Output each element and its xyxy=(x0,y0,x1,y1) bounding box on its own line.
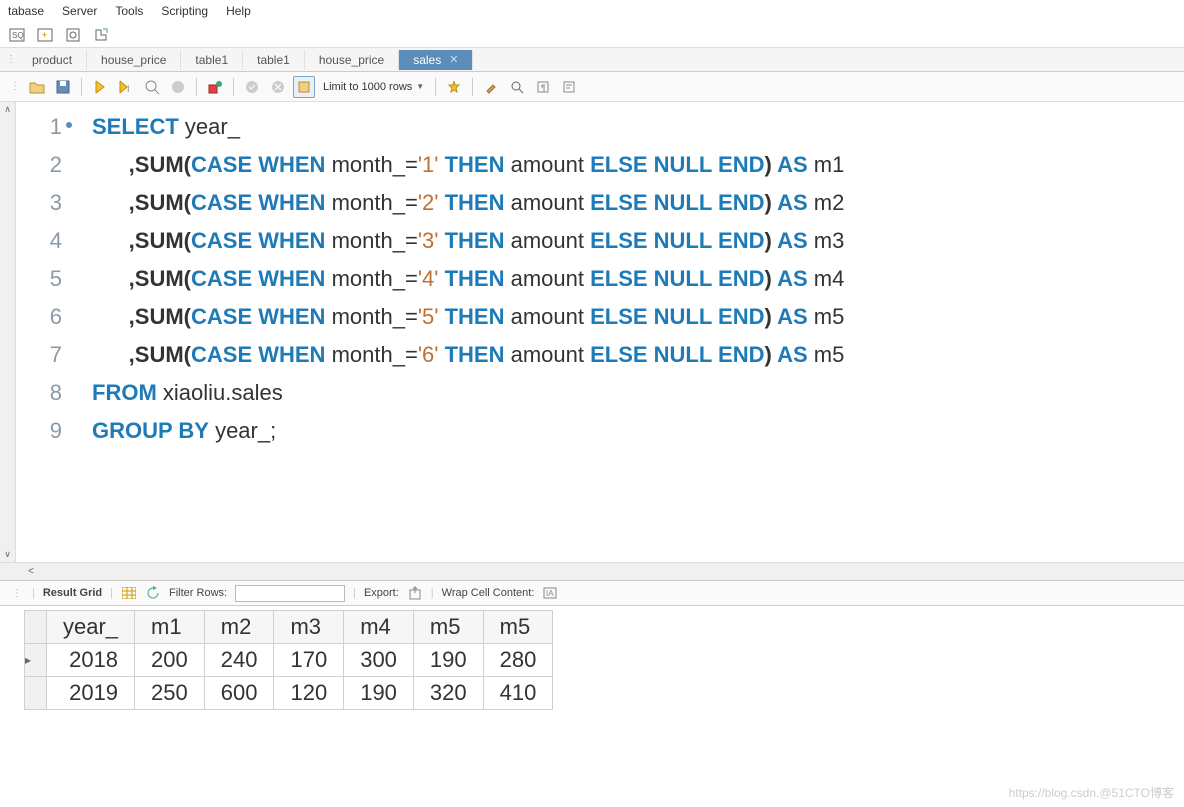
find-icon[interactable] xyxy=(506,76,528,98)
filter-rows-input[interactable] xyxy=(235,585,345,602)
toggle-limit-icon[interactable] xyxy=(293,76,315,98)
result-overflow-icon[interactable]: ⋮ xyxy=(10,588,24,599)
open-file-icon[interactable] xyxy=(26,76,48,98)
line-gutter: 123456789 xyxy=(16,102,76,562)
menu-tools[interactable]: Tools xyxy=(115,4,143,18)
brush-icon[interactable] xyxy=(480,76,502,98)
menu-help[interactable]: Help xyxy=(226,4,251,18)
column-header[interactable]: year_ xyxy=(47,611,135,644)
watermark: https://blog.csdn.@51CTO博客 xyxy=(1009,784,1174,801)
toolbar-overflow-icon[interactable]: ⋮ xyxy=(8,81,22,92)
stop-icon[interactable] xyxy=(167,76,189,98)
result-grid-label: Result Grid xyxy=(43,587,102,599)
cell[interactable]: 170 xyxy=(274,644,344,677)
filter-rows-label: Filter Rows: xyxy=(169,587,227,599)
wrap-cell-label: Wrap Cell Content: xyxy=(442,587,535,599)
wrap-cell-icon[interactable]: IA xyxy=(542,585,558,601)
execute-current-icon[interactable]: I xyxy=(115,76,137,98)
cell[interactable]: 410 xyxy=(483,677,553,710)
column-header[interactable]: m2 xyxy=(204,611,274,644)
column-header[interactable]: m5 xyxy=(413,611,483,644)
autocommit-icon[interactable] xyxy=(241,76,263,98)
column-header[interactable]: m4 xyxy=(344,611,414,644)
limit-rows-label: Limit to 1000 rows xyxy=(323,81,412,93)
sql-code-area[interactable]: SELECT year_ ,SUM(CASE WHEN month_='1' T… xyxy=(76,102,1184,562)
tab-sales-label: sales xyxy=(413,53,441,67)
menu-server[interactable]: Server xyxy=(62,4,97,18)
cell[interactable]: 120 xyxy=(274,677,344,710)
tab-table1-2[interactable]: table1 xyxy=(243,50,305,70)
close-icon[interactable]: ✕ xyxy=(449,53,458,66)
export-label: Export: xyxy=(364,587,399,599)
tab-sales[interactable]: sales ✕ xyxy=(399,50,473,70)
grid-view-icon[interactable] xyxy=(121,585,137,601)
result-grid: year_m1m2m3m4m5m5▸2018200240170300190280… xyxy=(0,606,1184,710)
svg-text:+: + xyxy=(42,30,47,40)
cell[interactable]: 320 xyxy=(413,677,483,710)
wrap-icon[interactable] xyxy=(558,76,580,98)
cell[interactable]: 240 xyxy=(204,644,274,677)
svg-text:SQ: SQ xyxy=(12,31,24,40)
vertical-scrollbar[interactable]: ∧ ∨ xyxy=(0,102,16,562)
invisible-chars-icon[interactable]: ¶ xyxy=(532,76,554,98)
export-icon[interactable] xyxy=(407,585,423,601)
svg-text:I: I xyxy=(127,84,130,94)
scroll-down-icon[interactable]: ∨ xyxy=(4,549,11,560)
result-toolbar: ⋮ | Result Grid | Filter Rows: | Export:… xyxy=(0,580,1184,606)
column-header[interactable]: m3 xyxy=(274,611,344,644)
data-export-icon[interactable] xyxy=(92,26,110,44)
cell[interactable]: 250 xyxy=(135,677,205,710)
scroll-up-icon[interactable]: ∧ xyxy=(4,104,11,115)
document-tabs: ⋮ product house_price table1 table1 hous… xyxy=(0,48,1184,72)
cell[interactable]: 280 xyxy=(483,644,553,677)
cell[interactable]: 190 xyxy=(413,644,483,677)
execute-icon[interactable] xyxy=(89,76,111,98)
save-icon[interactable] xyxy=(52,76,74,98)
rollback-icon[interactable] xyxy=(267,76,289,98)
commit-icon[interactable] xyxy=(204,76,226,98)
tab-house-price-1[interactable]: house_price xyxy=(87,50,181,70)
sql-editor-icon[interactable]: SQ xyxy=(8,26,26,44)
limit-rows-dropdown[interactable]: Limit to 1000 rows ▼ xyxy=(319,81,428,93)
menu-scripting[interactable]: Scripting xyxy=(161,4,208,18)
sql-editor: ∧ ∨ 123456789 SELECT year_ ,SUM(CASE WHE… xyxy=(0,102,1184,562)
cell[interactable]: 600 xyxy=(204,677,274,710)
main-toolbar: SQ + xyxy=(0,22,1184,48)
chevron-down-icon: ▼ xyxy=(416,82,424,91)
column-header[interactable]: m5 xyxy=(483,611,553,644)
new-tab-icon[interactable]: + xyxy=(36,26,54,44)
cell[interactable]: 200 xyxy=(135,644,205,677)
svg-text:¶: ¶ xyxy=(541,83,546,93)
horizontal-scrollbar[interactable]: < xyxy=(0,562,1184,580)
tab-overflow-icon[interactable]: ⋮ xyxy=(4,54,18,65)
result-table[interactable]: year_m1m2m3m4m5m5▸2018200240170300190280… xyxy=(24,610,553,710)
tab-table1-1[interactable]: table1 xyxy=(181,50,243,70)
inspector-icon[interactable] xyxy=(64,26,82,44)
beautify-icon[interactable] xyxy=(443,76,465,98)
explain-icon[interactable] xyxy=(141,76,163,98)
column-header[interactable]: m1 xyxy=(135,611,205,644)
cell[interactable]: 190 xyxy=(344,677,414,710)
sql-toolbar: ⋮ I Limit to 1000 rows ▼ ¶ xyxy=(0,72,1184,102)
tab-product[interactable]: product xyxy=(18,50,87,70)
scroll-left-icon[interactable]: < xyxy=(28,566,34,577)
tab-house-price-2[interactable]: house_price xyxy=(305,50,399,70)
menu-database[interactable]: tabase xyxy=(8,4,44,18)
refresh-icon[interactable] xyxy=(145,585,161,601)
menu-bar: tabase Server Tools Scripting Help xyxy=(0,0,1184,22)
cell[interactable]: 300 xyxy=(344,644,414,677)
cell[interactable]: 2018 xyxy=(47,644,135,677)
svg-text:IA: IA xyxy=(546,589,554,598)
cell[interactable]: 2019 xyxy=(47,677,135,710)
